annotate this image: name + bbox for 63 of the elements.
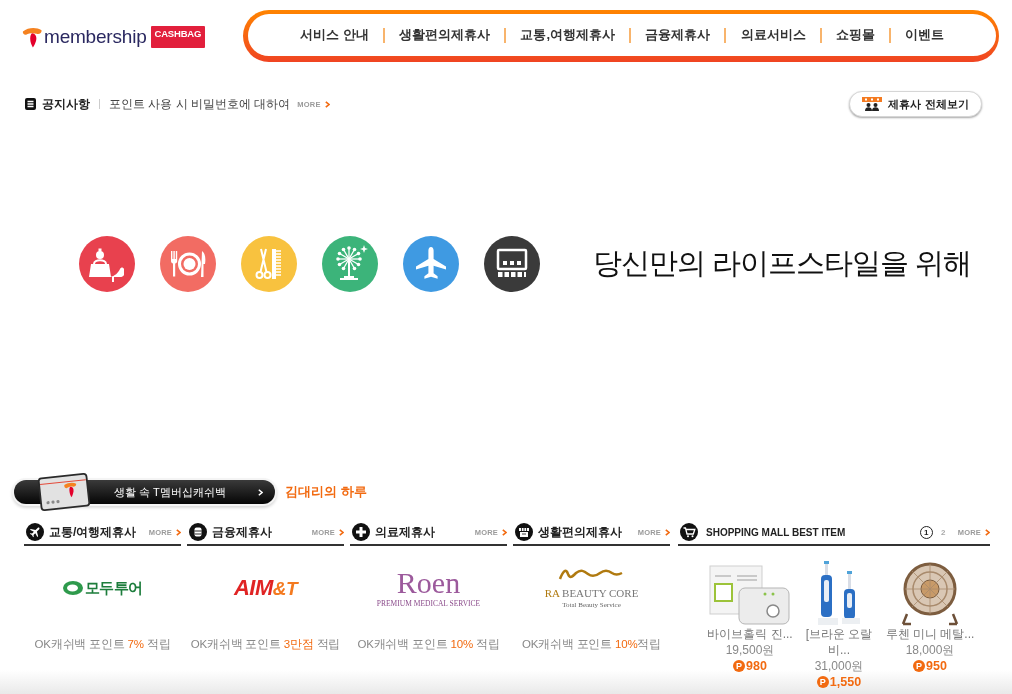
section-title: 의료제휴사 — [375, 523, 435, 541]
coin-icon — [189, 523, 207, 541]
airplane-icon — [26, 523, 44, 541]
product-price: 18,000원 — [905, 642, 955, 658]
bag-icon[interactable] — [79, 236, 135, 292]
reward-text: OK캐쉬백 포인트 10% 적립 — [356, 637, 501, 652]
product-name[interactable]: [브라운 오랄 비... — [804, 626, 874, 658]
chevron-icon — [258, 488, 263, 496]
chevron-icon — [502, 528, 507, 536]
nav-link[interactable]: 생활편의제휴사 — [399, 26, 491, 44]
section-title: SHOPPING MALL BEST ITEM — [706, 526, 846, 538]
logo-wordmark: AIM&T — [233, 575, 298, 601]
point-badge: P — [733, 660, 746, 672]
point-badge: P — [913, 660, 926, 672]
nav-link[interactable]: 쇼핑몰 — [835, 26, 875, 44]
wave-icon — [558, 567, 625, 581]
people-icon — [862, 97, 883, 111]
toothbrush-drawing — [816, 560, 862, 626]
logo-wordmark: RA BEAUTY CORE — [544, 587, 639, 599]
shop-icon — [515, 523, 533, 541]
logo-icon — [22, 26, 42, 48]
partners-button[interactable]: 제휴사 전체보기 — [849, 91, 982, 117]
section-title: 생활편의제휴사 — [538, 523, 622, 541]
product-points: 980 — [746, 659, 767, 673]
chevron-icon — [985, 528, 990, 536]
product-price: 31,000원 — [814, 658, 864, 674]
notice-link[interactable]: 포인트 사용 시 비밀번호에 대하여 — [109, 95, 291, 113]
plate-icon[interactable] — [160, 236, 216, 292]
logo-wordmark: membership — [44, 26, 147, 48]
notice-label: 공지사항 — [42, 95, 90, 113]
product-points: 950 — [926, 659, 947, 673]
dandelion-icon[interactable] — [322, 236, 378, 292]
chevron-icon — [339, 528, 344, 536]
scissors-icon[interactable] — [241, 236, 297, 292]
product-name[interactable]: 루첸 미니 메탈... — [885, 626, 975, 642]
airplane-icon[interactable] — [403, 236, 459, 292]
nav-link[interactable]: 금융제휴사 — [645, 26, 711, 44]
slogan: 당신만의 라이프스타일을 위해 — [593, 246, 972, 281]
list-icon — [25, 98, 36, 110]
plus-icon — [352, 523, 370, 541]
ring-icon — [62, 581, 83, 595]
logo-wordmark: 모두투어 — [84, 578, 143, 598]
section-title: 교통/여행제휴사 — [49, 523, 137, 541]
nav-link[interactable]: 교통,여행제휴사 — [520, 26, 615, 44]
fan-drawing — [899, 562, 961, 626]
point-badge: P — [816, 676, 829, 688]
reward-text: OK캐쉬백 포인트 10%적립 — [520, 637, 662, 652]
chevron-icon — [324, 100, 330, 108]
product-name[interactable]: 바이브홀릭 진... — [707, 626, 793, 642]
logo-wordmark: Roen — [396, 568, 461, 597]
product-points: 1,550 — [829, 675, 862, 689]
chevron-icon — [176, 528, 181, 536]
nav-link[interactable]: 이벤트 — [905, 26, 945, 44]
nav-link[interactable]: 의료서비스 — [740, 26, 806, 44]
chevron-icon — [665, 528, 670, 536]
nav-link[interactable]: 서비스 안내 — [300, 26, 369, 44]
screen-icon[interactable] — [484, 236, 540, 292]
section-title: 금융제휴사 — [212, 523, 272, 541]
product-price: 19,500원 — [725, 642, 775, 658]
reward-text: OK캐쉬백 포인트 7% 적립 — [33, 637, 172, 652]
reward-text: OK캐쉬백 포인트 3만점 적립 — [189, 637, 342, 652]
cart-icon — [680, 523, 698, 541]
logo-badge: CASHBAG — [150, 26, 206, 48]
